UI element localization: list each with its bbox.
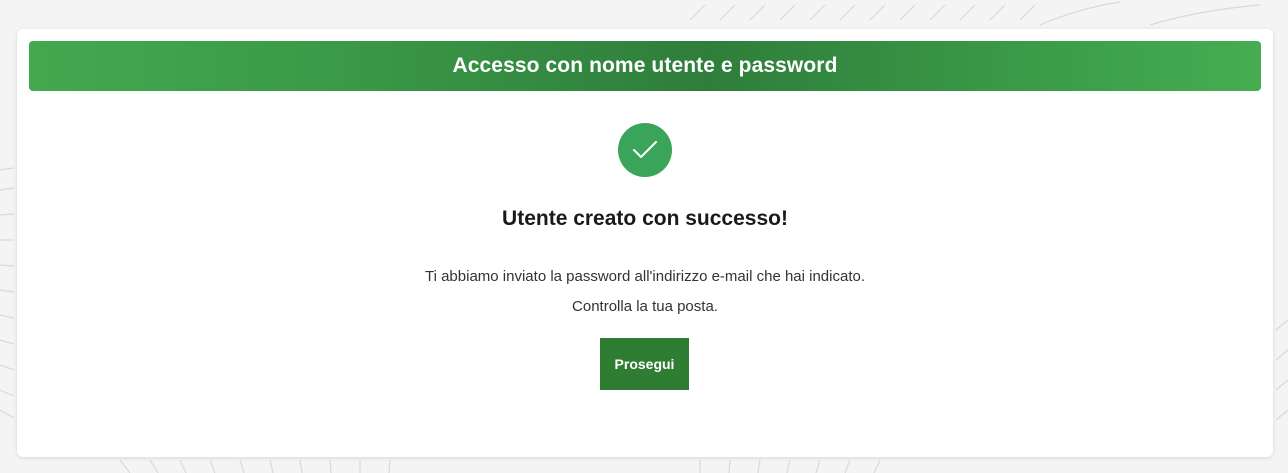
checkmark-icon [633,141,657,158]
success-card: Accesso con nome utente e password Utent… [17,29,1273,457]
success-title: Utente creato con successo! [502,207,788,230]
success-message: Ti abbiamo inviato la password all'indir… [17,262,1273,322]
check-circle-icon [618,123,672,177]
header-title: Accesso con nome utente e password [452,54,838,77]
continue-button[interactable]: Prosegui [600,338,689,390]
message-line-2: Controlla la tua posta. [572,298,718,315]
card-header: Accesso con nome utente e password [29,41,1261,91]
message-line-1: Ti abbiamo inviato la password all'indir… [424,268,866,285]
